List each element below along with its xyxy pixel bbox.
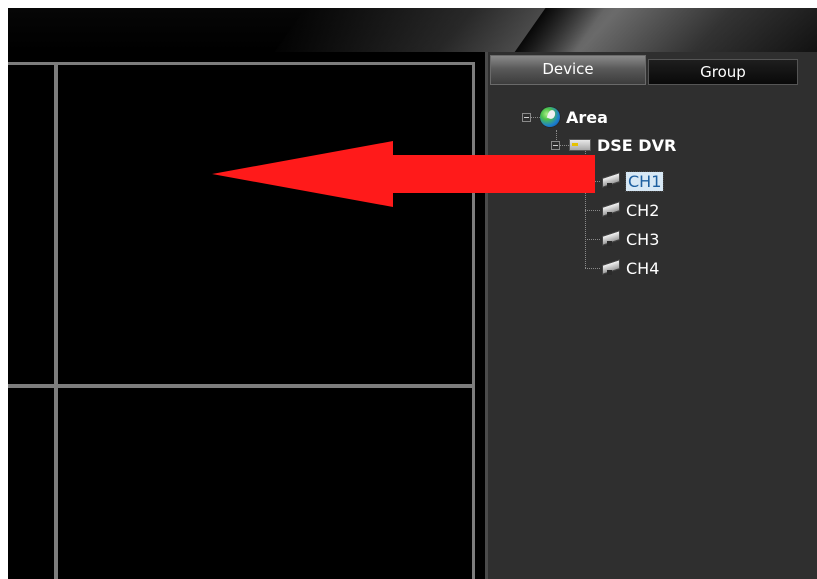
tree-node-label: DSE DVR: [597, 135, 677, 155]
device-panel: Device Group Area DSE DVR CH1 CH2 CH3 CH…: [485, 52, 817, 579]
video-grid: [8, 52, 481, 579]
collapse-icon[interactable]: [522, 112, 531, 122]
grid-divider: [472, 62, 475, 579]
tree-node-label: CH1: [624, 170, 665, 192]
tree-connector: [585, 239, 600, 240]
tree-node-label: CH2: [626, 200, 660, 220]
grid-divider: [8, 62, 474, 65]
tree-node-label: CH4: [626, 258, 660, 278]
video-cell[interactable]: [59, 389, 472, 579]
tree-node-ch2[interactable]: CH2: [600, 199, 659, 221]
tree-node-ch4[interactable]: CH4: [600, 257, 659, 279]
grid-divider: [54, 62, 58, 579]
tree-node-dse-dvr[interactable]: DSE DVR: [551, 134, 676, 156]
dvr-icon: [569, 139, 591, 151]
tree-connector: [585, 150, 586, 268]
dvr-client-window: Device Group Area DSE DVR CH1 CH2 CH3 CH…: [8, 8, 817, 579]
tree-connector: [585, 210, 600, 211]
grid-divider: [8, 384, 474, 388]
tree-node-ch3[interactable]: CH3: [600, 228, 659, 250]
tree-node-label: CH3: [626, 229, 660, 249]
video-cell[interactable]: [59, 52, 472, 383]
camera-icon: [600, 201, 620, 217]
camera-icon: [600, 230, 620, 246]
tree-node-area[interactable]: Area: [522, 106, 608, 128]
tree-connector: [585, 268, 600, 269]
tree-node-ch1[interactable]: CH1: [600, 170, 665, 192]
title-bar: [8, 8, 817, 52]
collapse-icon[interactable]: [551, 140, 560, 150]
video-cell[interactable]: [8, 389, 53, 579]
video-cell[interactable]: [8, 52, 53, 383]
device-tree: Area DSE DVR CH1 CH2 CH3 CH4: [488, 52, 817, 579]
camera-icon: [600, 259, 620, 275]
tree-connector: [585, 181, 600, 182]
camera-icon: [600, 172, 620, 188]
globe-icon: [540, 107, 560, 127]
tree-node-label: Area: [566, 107, 608, 127]
